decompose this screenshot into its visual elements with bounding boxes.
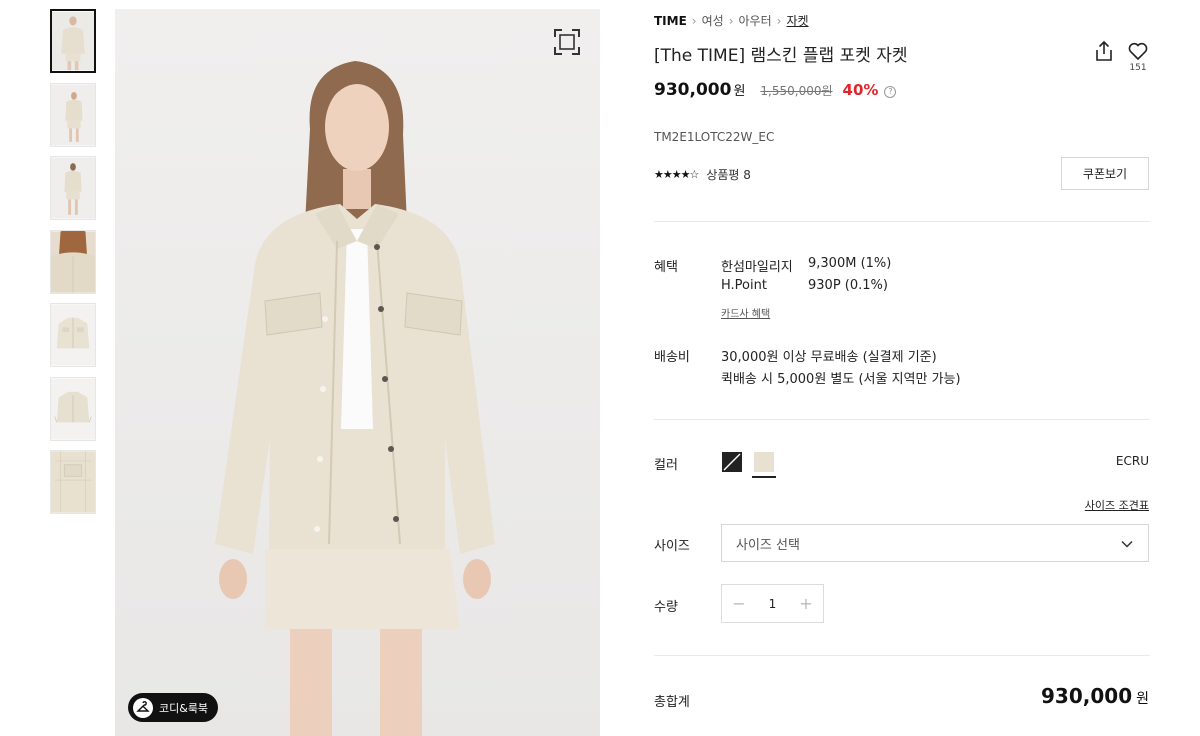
color-swatch-black[interactable] (722, 452, 742, 472)
help-icon[interactable]: ? (884, 86, 897, 98)
quantity-stepper: − 1 + (721, 584, 824, 623)
benefit-name-hpoint: H.Point (721, 278, 767, 293)
thumbnail-image (51, 377, 95, 440)
thumbnail-7[interactable] (50, 450, 96, 514)
total-currency: 원 (1136, 691, 1149, 707)
color-label: 컬러 (654, 458, 678, 473)
thumbnail-2[interactable] (50, 82, 96, 147)
like-count: 151 (1129, 63, 1147, 73)
thumbnail-5[interactable] (50, 303, 96, 367)
hanger-icon (133, 697, 153, 718)
breadcrumb-item-outer[interactable]: 아우터 (739, 12, 772, 29)
total-row: 930,000 원 (1041, 684, 1149, 708)
total-label: 총합계 (654, 695, 690, 710)
original-price: 1,550,000원 (760, 84, 833, 98)
product-photo (115, 9, 600, 736)
thumbnail-list (50, 9, 97, 524)
size-guide-link[interactable]: 사이즈 조견표 (1085, 497, 1149, 513)
lookbook-label: 코디&룩북 (159, 701, 209, 715)
product-title: [The TIME] 램스킨 플랩 포켓 자켓 (654, 46, 908, 66)
size-label: 사이즈 (654, 539, 690, 554)
benefit-value-hpoint: 930P (0.1%) (808, 278, 888, 293)
benefits-label: 혜택 (654, 260, 678, 275)
thumbnail-1[interactable] (50, 9, 96, 73)
divider (654, 419, 1150, 420)
size-select-placeholder: 사이즈 선택 (736, 537, 800, 553)
thumbnail-image (51, 304, 95, 366)
shipping-line-2: 퀵배송 시 5,000원 별도 (서울 지역만 가능) (721, 372, 961, 387)
thumbnail-4[interactable] (50, 229, 96, 294)
product-code: TM2E1LOTC22W_EC (654, 130, 775, 144)
shipping-line-1: 30,000원 이상 무료배송 (실결제 기준) (721, 350, 937, 365)
coupon-button[interactable]: 쿠폰보기 (1061, 157, 1149, 190)
shipping-label: 배송비 (654, 350, 690, 365)
thumbnail-image (51, 451, 95, 513)
breadcrumb-item-women[interactable]: 여성 (702, 12, 724, 29)
selected-swatch-indicator (752, 476, 776, 478)
divider (654, 221, 1150, 222)
thumbnail-6[interactable] (50, 376, 96, 441)
chevron-right-icon: › (776, 13, 782, 28)
expand-icon[interactable] (553, 28, 581, 56)
thumbnail-image (51, 157, 95, 219)
review-count[interactable]: 상품평 8 (706, 166, 751, 183)
breadcrumb-item-jacket[interactable]: 자켓 (786, 12, 808, 29)
selected-color-name: ECRU (1115, 454, 1149, 468)
lookbook-button[interactable]: 코디&룩북 (128, 693, 219, 722)
breadcrumb: TIME › 여성 › 아우터 › 자켓 (654, 12, 809, 29)
chevron-right-icon: › (728, 13, 734, 28)
card-benefit-link[interactable]: 카드사 혜택 (721, 305, 770, 320)
breadcrumb-brand[interactable]: TIME (654, 14, 687, 28)
benefit-name-mileage: 한섬마일리지 (721, 260, 793, 275)
chevron-down-icon (1121, 540, 1133, 548)
chevron-right-icon: › (691, 13, 697, 28)
discount-rate: 40% (842, 81, 879, 99)
heart-icon[interactable] (1127, 40, 1149, 62)
sale-price: 930,000 (654, 80, 732, 100)
thumbnail-image (51, 83, 95, 146)
size-select[interactable]: 사이즈 선택 (721, 524, 1149, 562)
color-swatch-ecru[interactable] (754, 452, 774, 472)
minus-icon[interactable]: − (732, 594, 746, 613)
quantity-label: 수량 (654, 600, 678, 615)
quantity-value[interactable]: 1 (769, 597, 777, 611)
total-price: 930,000 (1041, 684, 1133, 708)
rating-stars-icon: ★★★★☆ (654, 168, 699, 181)
main-product-image[interactable]: 코디&룩북 (115, 9, 600, 736)
price-currency: 원 (733, 84, 746, 99)
thumbnail-image (51, 230, 95, 293)
share-icon[interactable] (1093, 40, 1115, 62)
thumbnail-image (52, 11, 94, 71)
benefit-value-mileage: 9,300M (1%) (808, 256, 892, 271)
plus-icon[interactable]: + (799, 594, 813, 613)
divider (654, 655, 1150, 656)
rating-row[interactable]: ★★★★☆ 상품평 8 (654, 166, 751, 183)
thumbnail-3[interactable] (50, 156, 96, 220)
price-row: 930,000 원 1,550,000원 40% ? (654, 80, 897, 100)
